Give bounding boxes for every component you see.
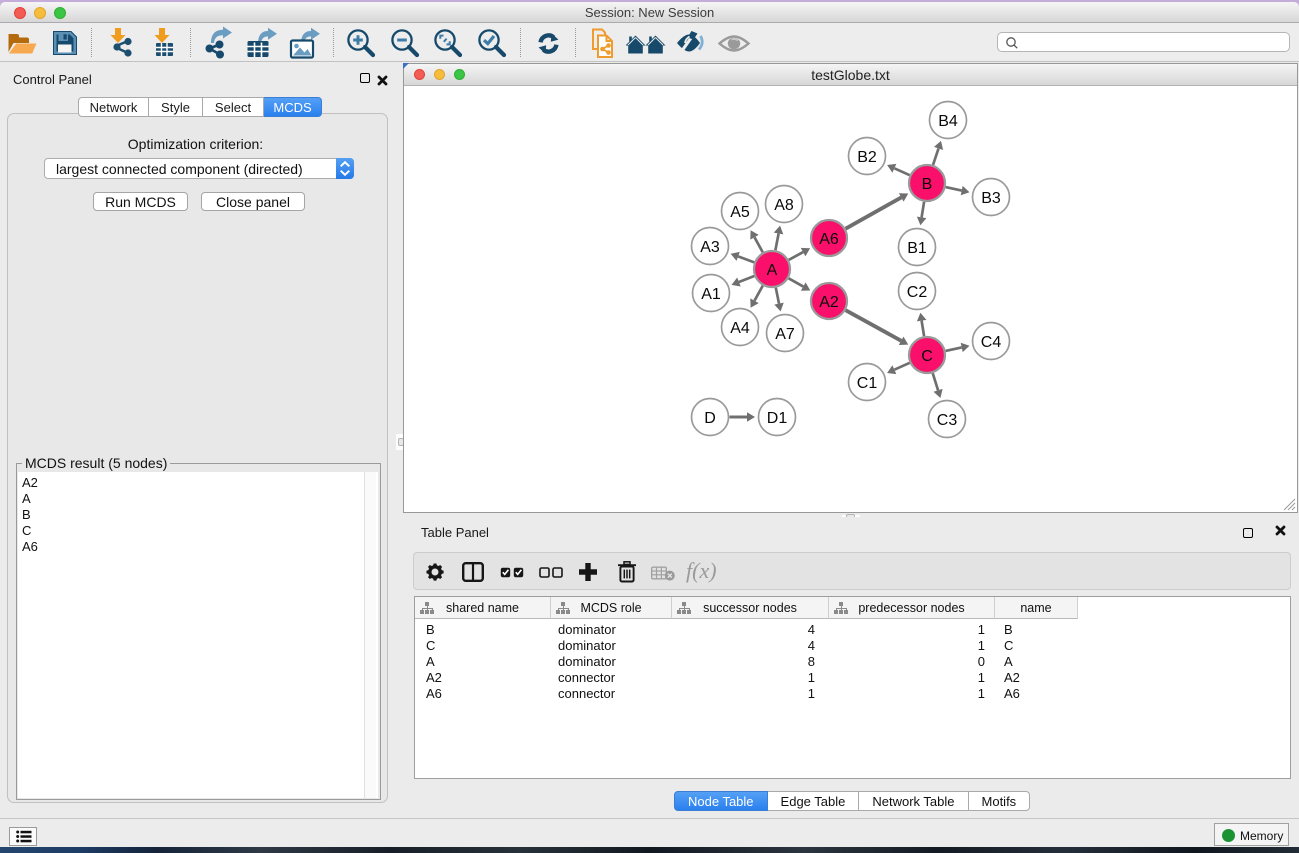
svg-text:B4: B4 [938, 113, 958, 130]
svg-text:A5: A5 [730, 204, 750, 221]
svg-text:A1: A1 [701, 286, 721, 303]
svg-text:A3: A3 [700, 239, 720, 256]
svg-text:A8: A8 [774, 197, 794, 214]
svg-text:C1: C1 [857, 375, 878, 392]
svg-text:A4: A4 [730, 320, 750, 337]
svg-text:B3: B3 [981, 190, 1001, 207]
svg-text:C2: C2 [907, 284, 928, 301]
svg-text:B: B [922, 176, 933, 193]
svg-text:C4: C4 [981, 334, 1002, 351]
svg-text:B1: B1 [907, 240, 927, 257]
svg-text:C3: C3 [937, 412, 958, 429]
svg-text:A2: A2 [819, 294, 839, 311]
svg-text:D1: D1 [767, 410, 788, 427]
svg-text:A6: A6 [819, 231, 839, 248]
svg-text:C: C [921, 348, 933, 365]
svg-text:D: D [704, 410, 716, 427]
svg-text:B2: B2 [857, 149, 877, 166]
svg-text:A: A [767, 262, 778, 279]
svg-text:A7: A7 [775, 326, 795, 343]
